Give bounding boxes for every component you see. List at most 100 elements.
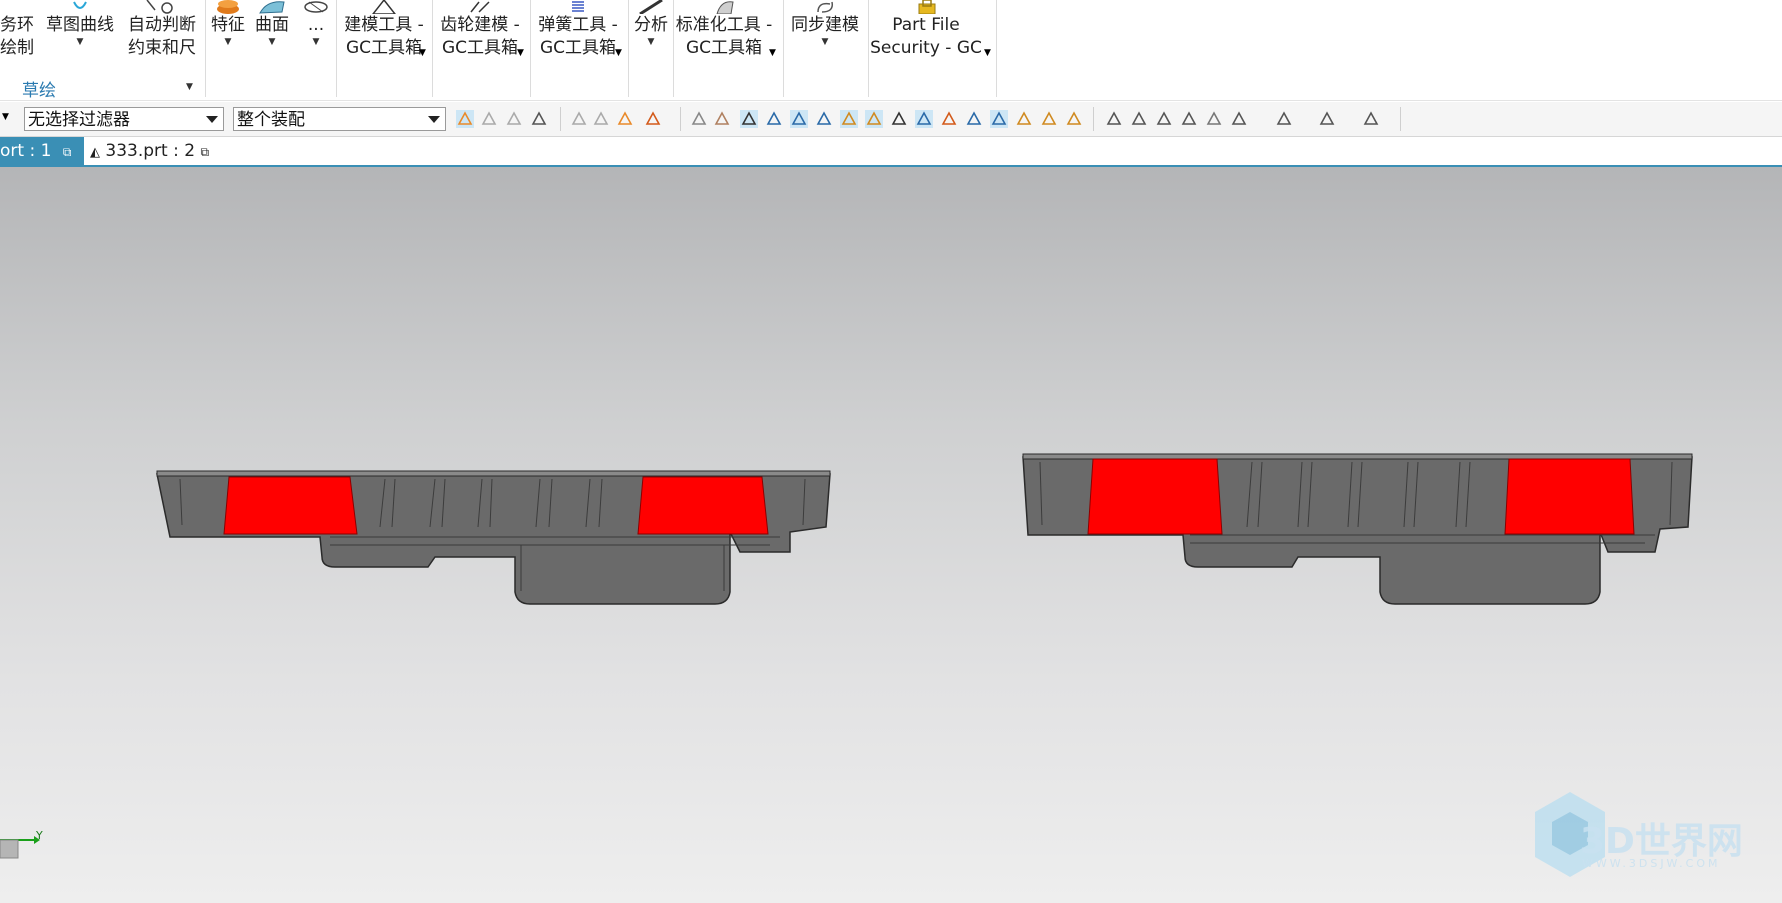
bounded-grid-icon[interactable] <box>1040 110 1058 128</box>
layer-icon[interactable] <box>1362 110 1380 128</box>
select-scope-icon[interactable] <box>530 110 548 128</box>
chevron-down-icon: ▼ <box>769 48 776 58</box>
snap-curve-icon[interactable] <box>592 110 610 128</box>
chevron-down-icon: ▼ <box>984 48 991 58</box>
spring-tools-button[interactable]: 弹簧工具 - GC工具箱 <box>532 0 624 60</box>
intersection-icon[interactable] <box>965 110 983 128</box>
polyline-icon[interactable] <box>840 110 858 128</box>
toolbar-divider <box>1093 107 1094 131</box>
lock-icon <box>918 0 936 14</box>
more-tools-icon <box>304 1 328 13</box>
snap-mode-icon[interactable] <box>644 110 662 128</box>
modeling-tools-button[interactable]: 建模工具 - GC工具箱 <box>338 0 430 60</box>
line-icon[interactable] <box>765 110 783 128</box>
chevron-down-icon: ▼ <box>821 37 829 47</box>
snap-point-icon[interactable] <box>570 110 588 128</box>
existing-point-icon[interactable] <box>990 110 1008 128</box>
cube-icon[interactable] <box>690 110 708 128</box>
wireframe-icon[interactable] <box>1205 110 1223 128</box>
toolbar-divider <box>560 107 561 131</box>
chevron-down-icon: ▼ <box>268 37 276 47</box>
ribbon-button-partial[interactable]: 务环 绘制 <box>0 0 34 60</box>
ruler-icon <box>639 0 663 14</box>
spring-icon <box>572 1 584 12</box>
part-file-security-button[interactable]: Part File Security - GC <box>868 0 984 60</box>
ribbon-divider <box>336 0 337 97</box>
standard-tools-button[interactable]: 标准化工具 - GC工具箱 <box>674 0 774 60</box>
tab-bar: ort : 1 ⧉ × ◭ 333.prt : 2 ⧉ <box>0 137 1782 189</box>
tab-part-2[interactable]: ◭ 333.prt : 2 ⧉ <box>90 137 209 165</box>
ribbon-divider <box>432 0 433 97</box>
sync-modeling-button[interactable]: 同步建模 ▼ <box>786 0 864 47</box>
select-icon[interactable] <box>456 110 474 128</box>
tangent-icon[interactable] <box>890 110 908 128</box>
part-view-right[interactable] <box>1022 453 1693 605</box>
chevron-down-icon: ▼ <box>517 48 524 58</box>
solid-cube-icon[interactable] <box>1318 110 1336 128</box>
chevron-down-icon: ▼ <box>312 37 320 47</box>
restore-icon[interactable]: ⧉ <box>63 145 72 159</box>
more-button[interactable]: ... ▼ <box>296 0 336 47</box>
rotate-view-icon[interactable] <box>1155 110 1173 128</box>
group-expand-icon[interactable]: ▼ <box>186 82 193 92</box>
dropdown-arrow-icon <box>428 116 440 123</box>
crosshair-icon[interactable] <box>740 110 758 128</box>
gear-icon <box>470 1 490 13</box>
select-features-icon[interactable] <box>480 110 498 128</box>
selection-scope-select[interactable]: 整个装配 <box>233 107 446 131</box>
feature-icon <box>217 0 239 14</box>
gear-modeling-button[interactable]: 齿轮建模 - GC工具箱 <box>434 0 526 60</box>
group-label: 草绘 <box>22 81 56 101</box>
toolbar-divider <box>1400 107 1401 131</box>
part-icon: ◭ <box>90 145 100 160</box>
view-orient-icon[interactable] <box>1105 110 1123 128</box>
graphics-viewport[interactable]: Y 3D世界网 WWW.3DSJW.COM <box>0 167 1782 903</box>
restore-icon[interactable]: ⧉ <box>200 145 209 159</box>
axis-triad <box>0 836 40 859</box>
standard-part-icon <box>716 1 734 14</box>
ribbon-divider <box>628 0 629 97</box>
sketch-curve-icon <box>73 1 87 9</box>
partial-icon <box>0 0 34 14</box>
ribbon-divider <box>783 0 784 97</box>
fit-view-icon[interactable] <box>1130 110 1148 128</box>
snap-face-icon[interactable] <box>616 110 634 128</box>
tab-part-1[interactable]: ort : 1 ⧉ × <box>0 137 84 189</box>
analysis-button[interactable]: 分析 ▼ <box>630 0 672 47</box>
surface-button[interactable]: 曲面 ▼ <box>252 0 292 47</box>
sync-icon <box>817 1 834 13</box>
chevron-down-icon: ▼ <box>615 48 622 58</box>
line-end-icon[interactable] <box>790 110 808 128</box>
chevron-down-icon[interactable]: ▼ <box>2 112 9 122</box>
grid-icon[interactable] <box>1065 110 1083 128</box>
constraint-gear-icon <box>146 0 173 14</box>
dropdown-arrow-icon <box>206 116 218 123</box>
filter-icon[interactable] <box>505 110 523 128</box>
render-style-icon[interactable] <box>1275 110 1293 128</box>
circle-center-icon[interactable] <box>915 110 933 128</box>
quadrant-icon[interactable] <box>940 110 958 128</box>
watermark-url: WWW.3DSJW.COM <box>1582 857 1721 870</box>
ribbon-divider <box>205 0 206 97</box>
sketch-curve-button[interactable]: 草图曲线 ▼ <box>42 0 118 47</box>
chevron-down-icon: ▼ <box>419 48 426 58</box>
auto-constraint-button[interactable]: 自动判断 约束和尺 <box>124 0 200 60</box>
shaded-icon[interactable] <box>1180 110 1198 128</box>
surface-icon <box>259 1 285 14</box>
toolbar-divider <box>680 107 681 131</box>
zoom-icon[interactable] <box>1230 110 1248 128</box>
point-on-face-icon[interactable] <box>1015 110 1033 128</box>
ribbon: 务环 绘制 草图曲线 ▼ 自动判断 约束和尺 特征 ▼ 曲面 ▼ ... ▼ 建… <box>0 0 1782 101</box>
curve-icon[interactable] <box>815 110 833 128</box>
type-filter-select[interactable]: 无选择过滤器 <box>24 107 224 131</box>
triangle-icon <box>372 0 396 14</box>
spline-icon[interactable] <box>865 110 883 128</box>
cube-alt-icon[interactable] <box>713 110 731 128</box>
model-canvas: Y <box>0 453 1693 877</box>
chevron-down-icon: ▼ <box>76 37 84 47</box>
y-axis-label: Y <box>35 829 43 842</box>
ribbon-divider <box>530 0 531 97</box>
chevron-down-icon: ▼ <box>224 37 232 47</box>
feature-button[interactable]: 特征 ▼ <box>208 0 248 47</box>
part-view-left[interactable] <box>156 470 831 605</box>
